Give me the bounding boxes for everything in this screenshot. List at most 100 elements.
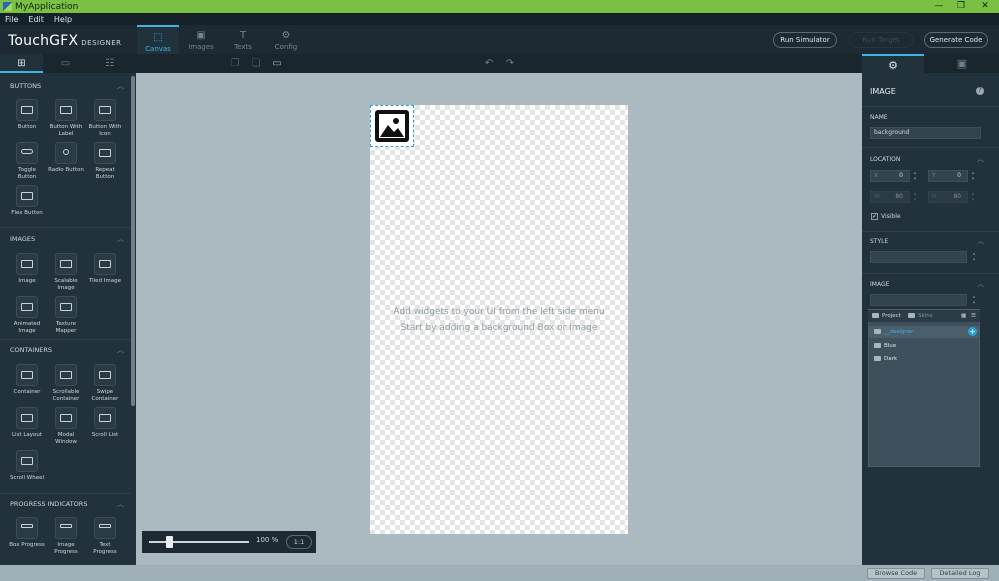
tab-images[interactable]: ▣ Images: [180, 25, 222, 54]
widget-label: Tiled Image: [88, 278, 122, 284]
help-icon[interactable]: ?: [976, 87, 984, 95]
widget-text-progress[interactable]: Text Progress: [87, 517, 123, 555]
widget-label: Image Progress: [54, 542, 78, 555]
zoom-slider-handle[interactable]: [166, 536, 173, 548]
properties-icon: ⚙: [888, 59, 898, 72]
restore-icon[interactable]: ❐: [950, 0, 972, 13]
tab-widgets[interactable]: ⊞: [0, 54, 43, 73]
dropdown-row-designer[interactable]: __designer: [869, 326, 979, 338]
style-select[interactable]: [870, 251, 967, 263]
h-spinner-icon[interactable]: ▴ ▾: [970, 191, 976, 203]
chevron-up-icon[interactable]: ︿: [977, 154, 984, 164]
dropdown-row-dark[interactable]: Dark: [869, 353, 979, 365]
dropdown-tab-skins[interactable]: Skins: [904, 310, 933, 322]
flex-button-icon: [16, 185, 38, 207]
widget-tiled-image[interactable]: Tiled Image: [87, 253, 123, 285]
widget-modal-window[interactable]: Modal Window: [48, 407, 84, 445]
chevron-up-icon[interactable]: ︿: [977, 236, 984, 246]
chevron-up-icon[interactable]: ︿: [977, 279, 984, 289]
interaction-icon: ☷: [105, 58, 114, 69]
x-spinner-icon[interactable]: ▴ ▾: [912, 170, 918, 182]
widget-texture-mapper[interactable]: Texture Mapper: [48, 296, 84, 334]
widget-button-with-icon[interactable]: Button With Icon: [87, 99, 123, 137]
widget-panel: BUTTONS ︿ Button Button With Label Button…: [0, 73, 136, 565]
widget-container[interactable]: Container: [9, 364, 45, 396]
tab-screen-properties[interactable]: ▣: [925, 54, 999, 73]
tab-properties[interactable]: ⚙: [862, 54, 924, 73]
widget-button[interactable]: Button: [9, 99, 45, 131]
y-spinner-icon[interactable]: ▴ ▾: [970, 170, 976, 182]
w-input[interactable]: W 80: [870, 191, 910, 203]
widget-swipe-container[interactable]: Swipe Container: [87, 364, 123, 402]
tab-config[interactable]: ⚙ Config: [265, 25, 307, 54]
widget-toggle-button[interactable]: Toggle Button: [9, 142, 45, 180]
widget-scroll-list[interactable]: Scroll List: [87, 407, 123, 439]
visible-checkbox[interactable]: ✓: [871, 213, 878, 220]
detailed-log-button[interactable]: Detailed Log: [931, 568, 989, 579]
section-containers[interactable]: CONTAINERS ︿: [0, 342, 130, 358]
scrollbar-thumb[interactable]: [131, 76, 135, 406]
minimize-icon[interactable]: —: [928, 0, 950, 13]
widget-radio-button[interactable]: Radio Button: [48, 142, 84, 174]
scroll-list-icon: [94, 407, 116, 429]
grid-view-icon[interactable]: ▦: [957, 310, 966, 322]
y-value: 0: [957, 172, 961, 179]
folder-icon: [874, 343, 881, 348]
add-image-icon[interactable]: +: [968, 327, 977, 336]
name-input[interactable]: background: [870, 127, 981, 139]
widget-button-with-label[interactable]: Button With Label: [48, 99, 84, 137]
widget-repeat-button[interactable]: Repeat Button: [87, 142, 123, 180]
screen-artboard[interactable]: [370, 105, 628, 534]
image-select-arrows-icon[interactable]: ▴ ▾: [971, 294, 977, 306]
widget-image[interactable]: Image: [9, 253, 45, 285]
close-icon[interactable]: ✕: [974, 0, 996, 13]
left-scrollbar[interactable]: [131, 73, 135, 565]
tab-interactions[interactable]: ☷: [88, 54, 131, 73]
fit-icon[interactable]: ▭: [270, 57, 284, 70]
y-input[interactable]: Y0: [928, 170, 968, 182]
run-simulator-button[interactable]: Run Simulator: [773, 32, 837, 48]
chevron-up-icon: ︿: [117, 235, 124, 243]
redo-icon[interactable]: ↷: [503, 57, 517, 70]
tab-config-label: Config: [274, 43, 298, 51]
widget-scalable-image[interactable]: Scalable Image: [48, 253, 84, 291]
bring-front-icon[interactable]: ❐: [228, 57, 242, 70]
zoom-reset-button[interactable]: 1:1: [286, 535, 312, 549]
section-progress-indicators[interactable]: PROGRESS INDICATORS ︿: [0, 496, 130, 512]
h-input[interactable]: H 80: [928, 191, 968, 203]
image-select[interactable]: [870, 294, 967, 306]
widget-scroll-wheel[interactable]: Scroll Wheel: [9, 450, 45, 482]
menu-help[interactable]: Help: [54, 15, 72, 24]
screen-icon: ▭: [60, 58, 71, 69]
generate-code-button[interactable]: Generate Code: [924, 32, 988, 48]
send-back-icon[interactable]: ❏: [249, 57, 263, 70]
zoom-slider-track[interactable]: [149, 541, 249, 543]
section-images[interactable]: IMAGES ︿: [0, 231, 130, 247]
properties-title: IMAGE: [870, 87, 896, 96]
tab-canvas[interactable]: ⬚ Canvas: [137, 25, 179, 54]
run-target-button[interactable]: Run Target: [849, 32, 913, 48]
widget-scrollable-container[interactable]: Scrollable Container: [48, 364, 84, 402]
section-buttons[interactable]: BUTTONS ︿: [0, 78, 130, 94]
tab-screens[interactable]: ▭: [44, 54, 87, 73]
widget-list-layout[interactable]: List Layout: [9, 407, 45, 439]
x-input[interactable]: X0: [870, 170, 910, 182]
menu-edit[interactable]: Edit: [28, 15, 44, 24]
list-view-icon[interactable]: ☰: [967, 310, 976, 322]
dropdown-row-blue[interactable]: Blue: [869, 340, 979, 352]
image-progress-icon: [55, 517, 77, 539]
background-image-widget[interactable]: [370, 105, 414, 147]
divider: [862, 106, 999, 107]
browse-code-button[interactable]: Browse Code: [867, 568, 925, 579]
undo-icon[interactable]: ↶: [482, 57, 496, 70]
tab-texts[interactable]: T Texts: [222, 25, 264, 54]
style-select-arrows-icon[interactable]: ▴ ▾: [971, 251, 977, 263]
widget-image-progress[interactable]: Image Progress: [48, 517, 84, 555]
menu-file[interactable]: File: [5, 15, 18, 24]
dropdown-tab-project[interactable]: Project: [868, 310, 901, 322]
widget-flex-button[interactable]: Flex Button: [9, 185, 45, 217]
widget-animated-image[interactable]: Animated Image: [9, 296, 45, 334]
w-spinner-icon[interactable]: ▴ ▾: [912, 191, 918, 203]
widget-box-progress[interactable]: Box Progress: [9, 517, 45, 549]
brand-name: TouchGFX: [8, 33, 79, 49]
